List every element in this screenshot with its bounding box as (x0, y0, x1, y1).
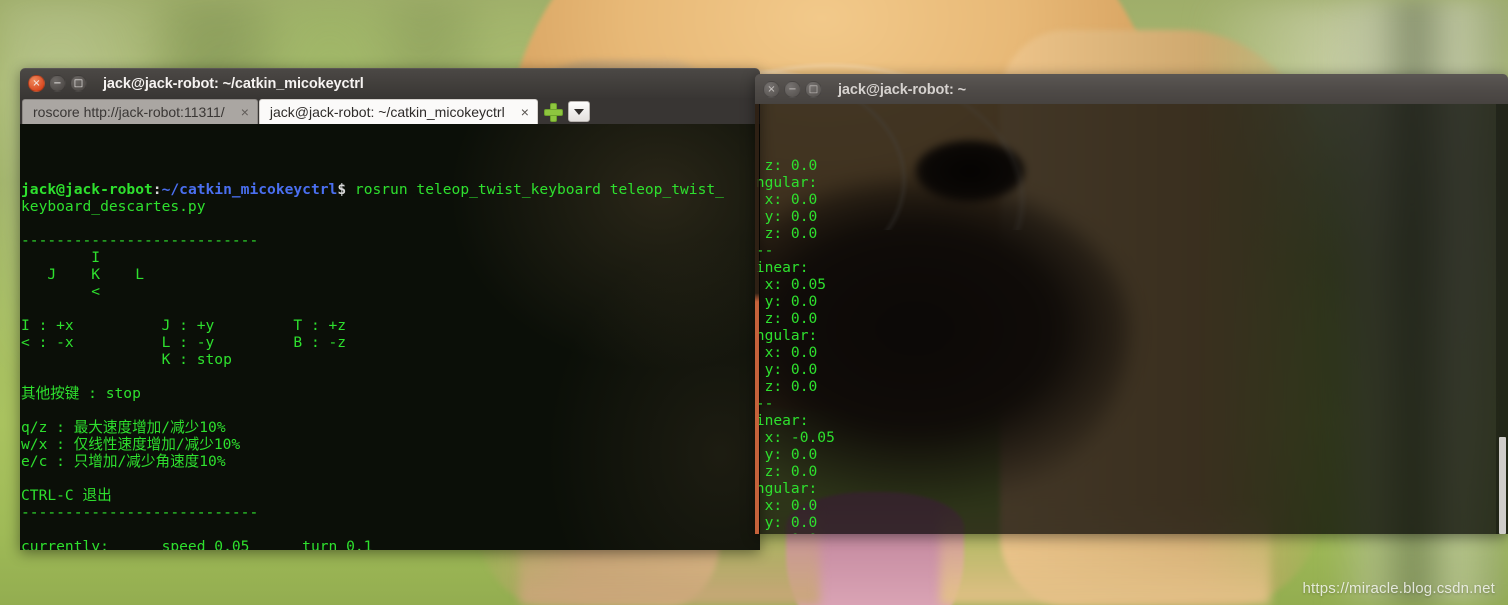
terminal-output-left[interactable]: jack@jack-robot:~/catkin_micokeyctrl$ ro… (20, 124, 760, 550)
terminal-axis-row-negx: < : -x L : -y B : -z (21, 334, 347, 351)
minimize-icon[interactable]: − (49, 75, 66, 92)
terminal-speed-wx: w/x : 仅线性速度增加/减少10% (21, 436, 241, 453)
terminal-key-diagram-row3: < (21, 283, 101, 300)
tab-menu-button[interactable] (567, 101, 590, 122)
window-controls-left: × − □ (28, 75, 87, 92)
terminal-line: x: -0.05 (755, 429, 835, 446)
terminal-command: rosrun teleop_twist_keyboard teleop_twis… (346, 181, 724, 198)
terminal-line: y: 0.0 (764, 514, 818, 531)
blog-watermark: https://miracle.blog.csdn.net (1302, 580, 1495, 597)
maximize-icon[interactable]: □ (805, 81, 822, 98)
terminal-line: z: 0.0 (764, 310, 818, 327)
terminal-output-right[interactable]: z: 0.0angular: x: 0.0 y: 0.0 z: 0.0---li… (755, 104, 1508, 534)
prompt-dollar: $ (337, 181, 347, 198)
terminal-separator-bottom: --------------------------- (21, 504, 259, 521)
terminal-line: x: 0.0 (764, 344, 818, 361)
terminal-line: y: 0.0 (764, 293, 818, 310)
terminal-currently-status: currently: speed 0.05 turn 0.1 (21, 538, 373, 550)
terminal-line: z: 0.0 (764, 157, 818, 174)
terminal-line: z: 0.0 (755, 531, 1508, 534)
titlebar-right[interactable]: × − □ jack@jack-robot: ~ (755, 74, 1508, 104)
terminal-line: x: 0.0 (764, 191, 818, 208)
window-title-right: jack@jack-robot: ~ (838, 81, 966, 98)
terminal-line: y: 0.0 (764, 361, 818, 378)
terminal-line: y: 0.0 (764, 208, 818, 225)
tab-roscore[interactable]: roscore http://jack-robot:11311/ × (22, 99, 258, 124)
chevron-down-icon (573, 108, 584, 115)
terminal-speed-qz: q/z : 最大速度增加/减少10% (21, 419, 226, 436)
prompt-path: ~/catkin_micokeyctrl (161, 181, 338, 198)
terminal-key-diagram-row1: I (21, 249, 101, 266)
close-icon[interactable]: × (28, 75, 45, 92)
minimize-icon[interactable]: − (784, 81, 801, 98)
close-icon[interactable]: × (763, 81, 780, 98)
window-edge-strip (755, 104, 759, 534)
terminal-line: z: 0.0 (764, 463, 818, 480)
terminal-command-wrap: keyboard_descartes.py (21, 198, 206, 215)
new-tab-button[interactable] (543, 101, 565, 123)
tab-close-icon[interactable]: × (519, 105, 531, 119)
terminal-line: --- (755, 395, 774, 412)
terminal-window-right[interactable]: × − □ jack@jack-robot: ~ z: 0.0angular: … (755, 74, 1508, 534)
tab-close-icon[interactable]: × (239, 105, 251, 119)
plus-icon (545, 103, 563, 121)
terminal-line: angular: (755, 174, 818, 191)
terminal-axis-row-x: I : +x J : +y T : +z (21, 317, 347, 334)
terminal-line: z: 0.0 (764, 378, 818, 395)
tab-catkin-micokeyctrl-label: jack@jack-robot: ~/catkin_micokeyctrl (269, 104, 505, 120)
maximize-icon[interactable]: □ (70, 75, 87, 92)
terminal-line: angular: (755, 327, 818, 344)
tab-strip: roscore http://jack-robot:11311/ × jack@… (20, 98, 760, 124)
terminal-ctrl-c-exit: CTRL-C 退出 (21, 487, 112, 504)
terminal-separator-top: --------------------------- (21, 232, 259, 249)
terminal-line: x: 0.0 (764, 497, 818, 514)
terminal-line: linear: (755, 259, 809, 276)
window-title-left: jack@jack-robot: ~/catkin_micokeyctrl (103, 75, 364, 92)
terminal-line: x: 0.05 (764, 276, 827, 293)
terminal-line: linear: (755, 412, 809, 429)
terminal-key-diagram-row2: J K L (21, 266, 145, 283)
terminal-text-right: z: 0.0angular: x: 0.0 y: 0.0 z: 0.0---li… (755, 140, 1508, 534)
terminal-other-keys-stop: 其他按键 : stop (21, 385, 141, 402)
terminal-line: --- (755, 242, 774, 259)
terminal-prompt-line: jack@jack-robot:~/catkin_micokeyctrl$ ro… (21, 181, 760, 198)
terminal-line: z: 0.0 (764, 225, 818, 242)
terminal-text-left: jack@jack-robot:~/catkin_micokeyctrl$ ro… (21, 164, 760, 550)
titlebar-left[interactable]: × − □ jack@jack-robot: ~/catkin_micokeyc… (20, 68, 760, 98)
terminal-window-left[interactable]: × − □ jack@jack-robot: ~/catkin_micokeyc… (20, 68, 760, 550)
terminal-axis-row-stop: K : stop (21, 351, 232, 368)
window-controls-right: × − □ (763, 81, 822, 98)
prompt-user: jack@jack-robot (21, 181, 153, 198)
terminal-line: y: 0.0 (764, 446, 818, 463)
terminal-speed-ec: e/c : 只增加/减少角速度10% (21, 453, 226, 470)
tab-catkin-micokeyctrl[interactable]: jack@jack-robot: ~/catkin_micokeyctrl × (258, 99, 538, 124)
prompt-separator: : (152, 181, 162, 198)
terminal-line: angular: (755, 480, 818, 497)
tab-roscore-label: roscore http://jack-robot:11311/ (33, 104, 225, 120)
